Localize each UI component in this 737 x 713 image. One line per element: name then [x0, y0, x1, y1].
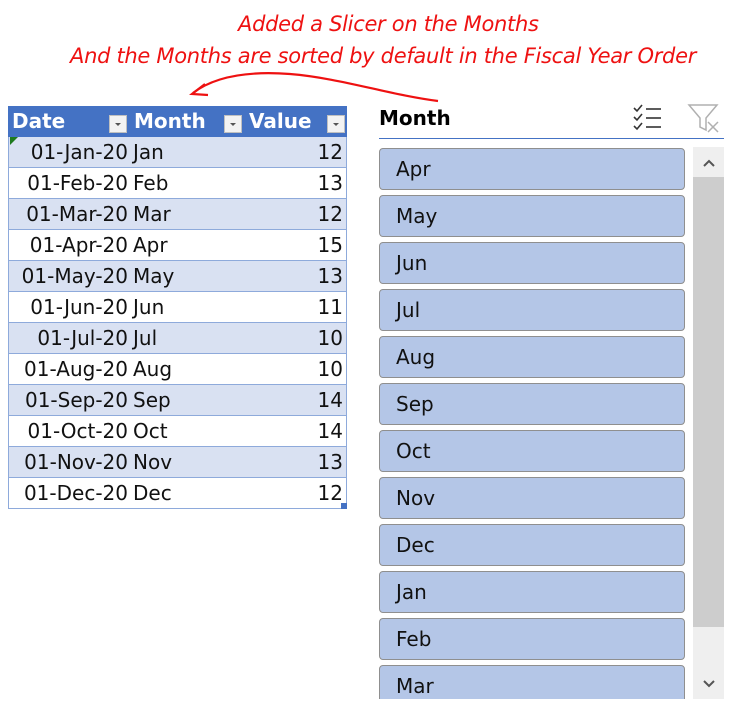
slicer-item-nov[interactable]: Nov: [379, 477, 685, 519]
slicer-item-feb[interactable]: Feb: [379, 618, 685, 660]
chevron-down-icon: [702, 679, 715, 687]
scroll-down-button[interactable]: [693, 669, 724, 697]
slicer-item-jul[interactable]: Jul: [379, 289, 685, 331]
scroll-thumb[interactable]: [693, 177, 724, 627]
slicer-item-oct[interactable]: Oct: [379, 430, 685, 472]
slicer-item-aug[interactable]: Aug: [379, 336, 685, 378]
slicer-items: Apr May Jun Jul Aug Sep Oct Nov Dec Jan Feb Mar: [0, 0, 737, 699]
chevron-up-icon: [702, 159, 715, 167]
slicer-item-jan[interactable]: Jan: [379, 571, 685, 613]
slicer-item-sep[interactable]: Sep: [379, 383, 685, 425]
slicer-item-apr[interactable]: Apr: [379, 148, 685, 190]
slicer-item-jun[interactable]: Jun: [379, 242, 685, 284]
slicer-item-mar[interactable]: Mar: [379, 665, 685, 699]
slicer-item-may[interactable]: May: [379, 195, 685, 237]
slicer-item-dec[interactable]: Dec: [379, 524, 685, 566]
slicer-scrollbar[interactable]: [693, 147, 724, 699]
scroll-up-button[interactable]: [693, 149, 724, 177]
